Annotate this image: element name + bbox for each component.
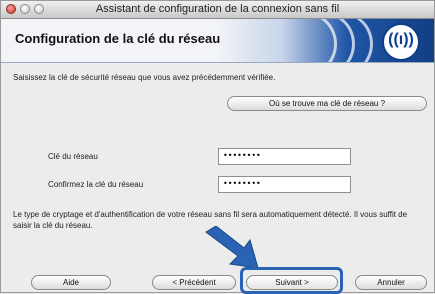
confirm-key-input[interactable]: ••••••••	[218, 176, 351, 193]
wifi-radio-icon: ((ı))	[382, 23, 420, 61]
previous-button[interactable]: < Précédent	[152, 275, 236, 290]
window-title: Assistant de configuration de la connexi…	[95, 3, 340, 15]
header-banner: Configuration de la clé du réseau ((ı))	[1, 19, 434, 63]
page-title: Configuration de la clé du réseau	[15, 31, 221, 46]
title-bar[interactable]: Assistant de configuration de la connexi…	[1, 1, 434, 19]
cancel-button[interactable]: Annuler	[355, 275, 427, 290]
network-key-label: Clé du réseau	[48, 152, 98, 161]
confirm-key-label: Confirmez la clé du réseau	[48, 180, 144, 189]
next-button[interactable]: Suivant >	[246, 275, 338, 290]
help-button[interactable]: Aide	[31, 275, 111, 290]
where-is-key-button[interactable]: Où se trouve ma clé de réseau ?	[227, 96, 427, 111]
instruction-text: Saisissez la clé de sécurité réseau que …	[13, 73, 276, 82]
pointer-arrow-icon	[205, 226, 259, 269]
network-key-input[interactable]: ••••••••	[218, 148, 351, 165]
wizard-window: Assistant de configuration de la connexi…	[0, 0, 435, 294]
